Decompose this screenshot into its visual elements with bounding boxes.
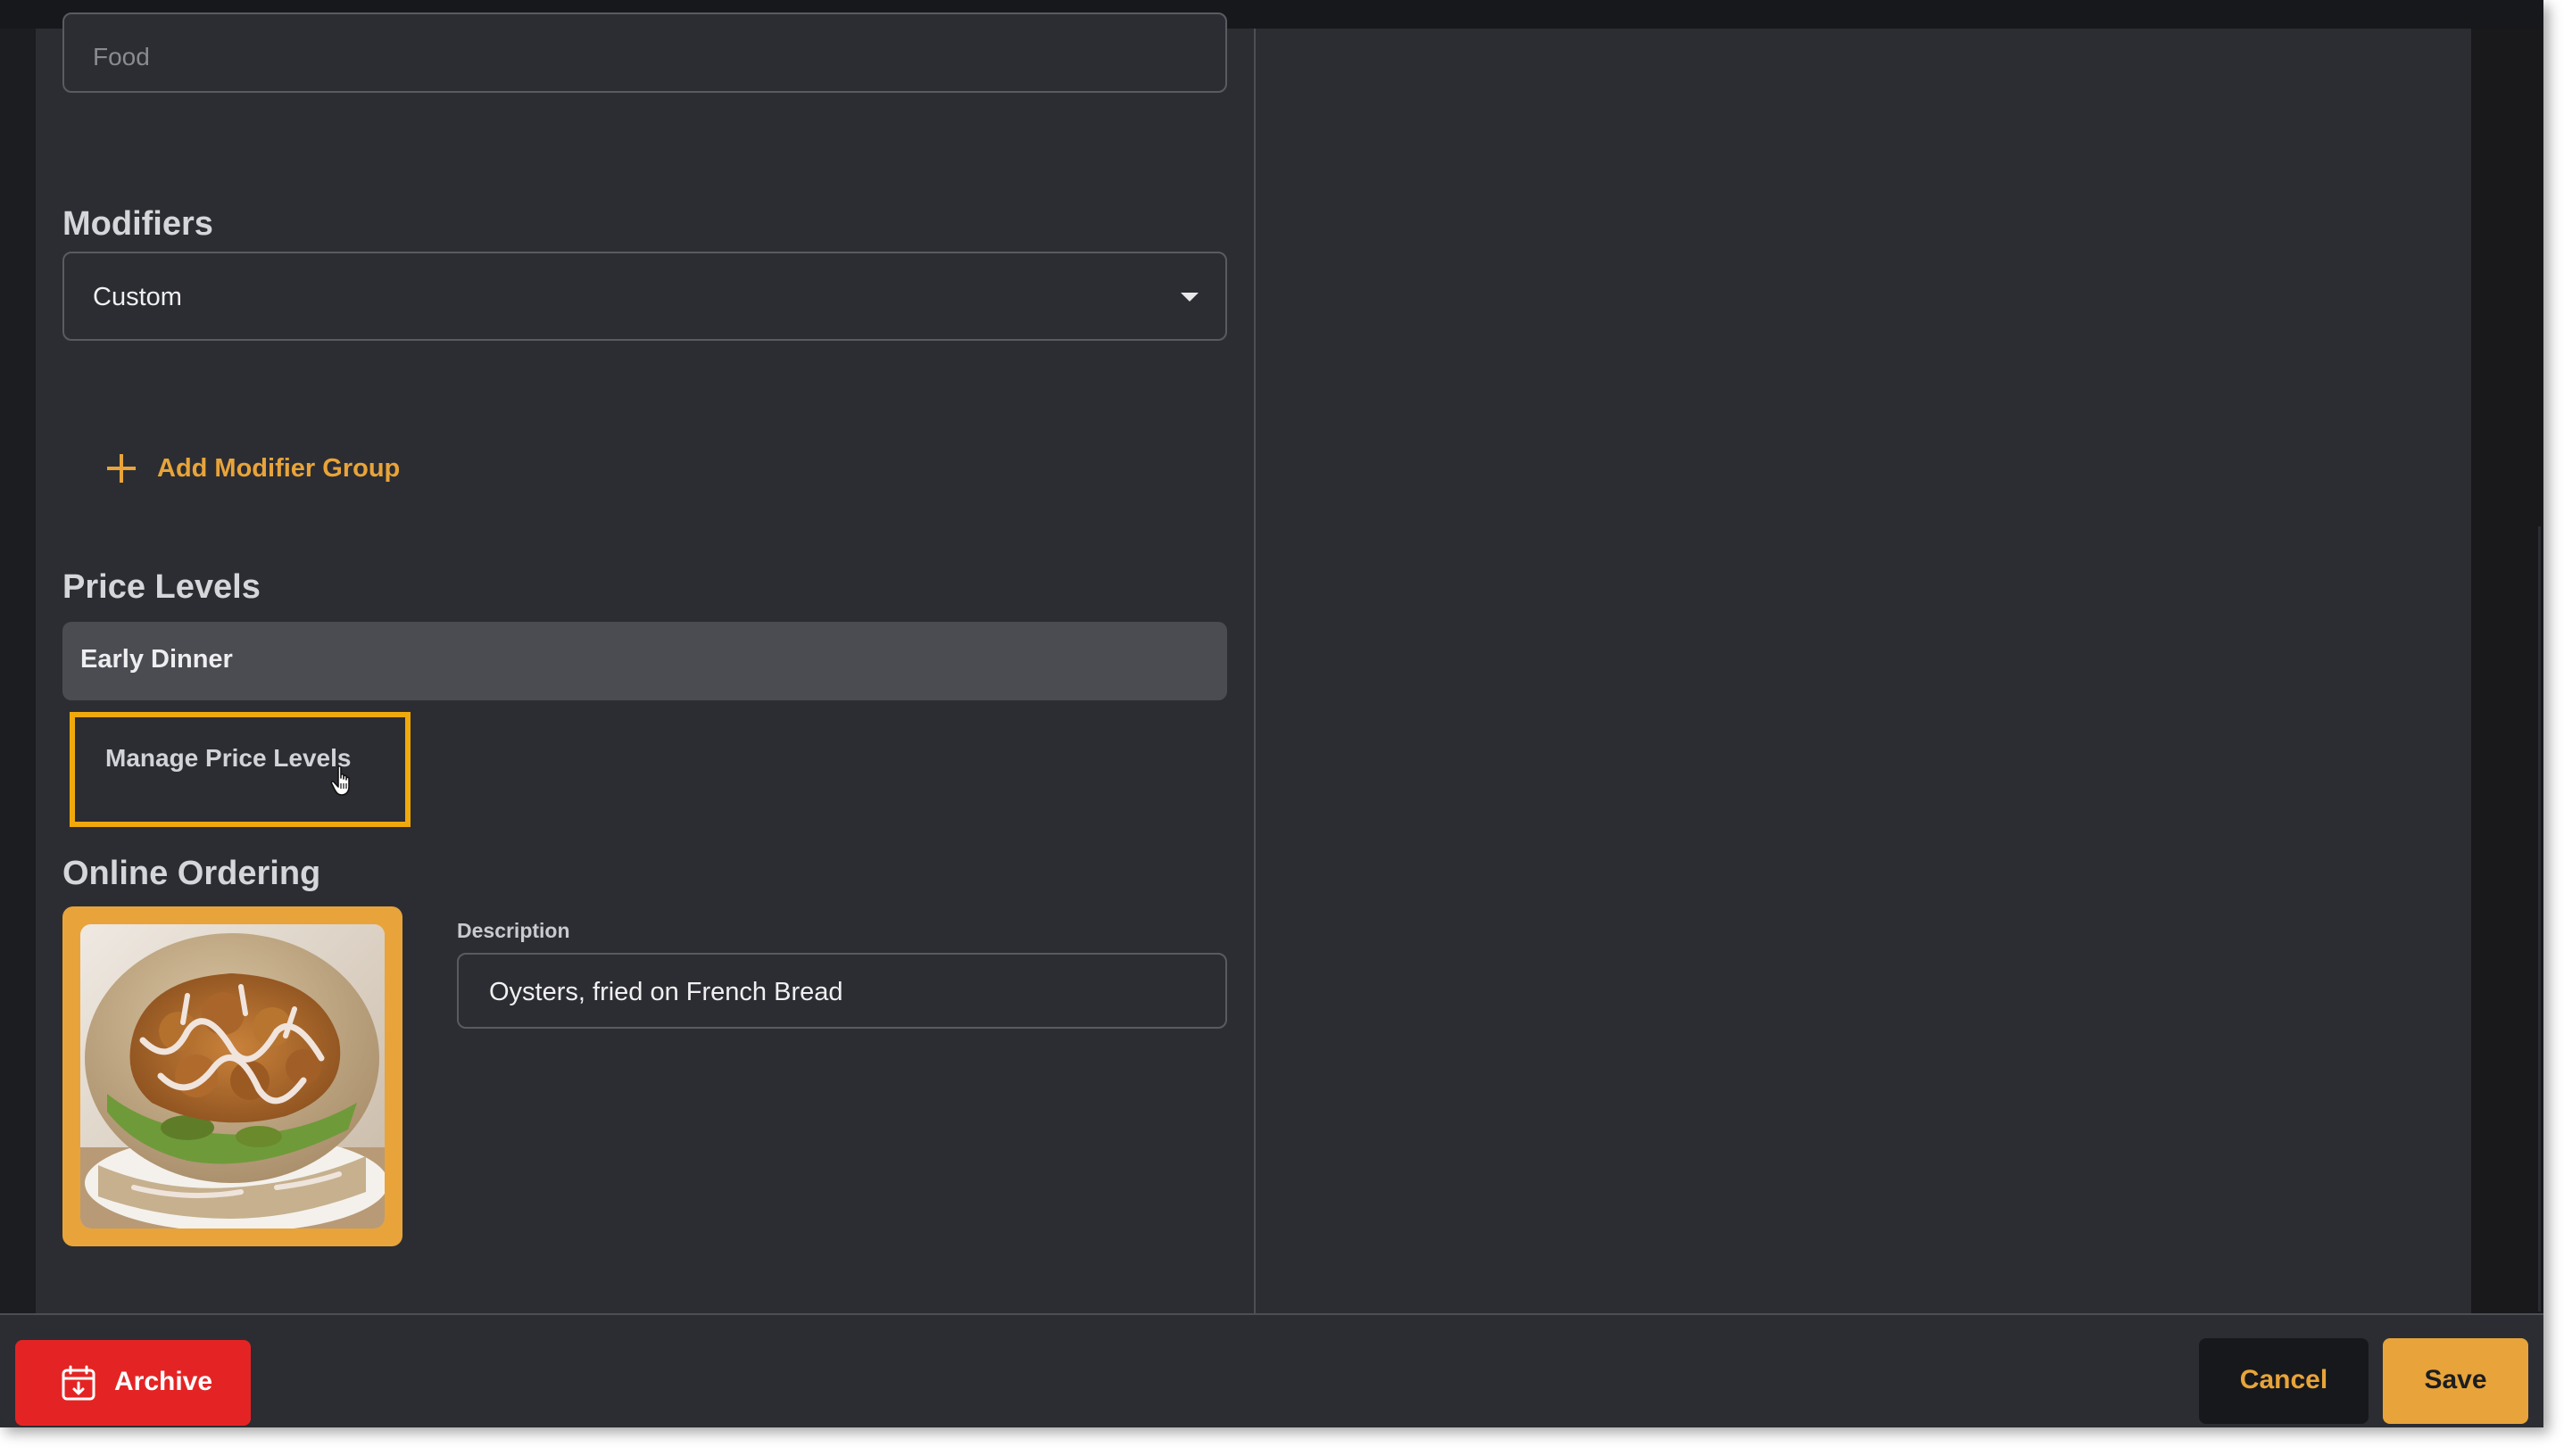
cancel-label: Cancel <box>2239 1365 2328 1394</box>
manage-price-levels-button[interactable]: Manage Price Levels <box>70 712 411 827</box>
online-ordering-heading: Online Ordering <box>62 855 321 892</box>
scrollbar[interactable] <box>2538 526 2541 1311</box>
right-gutter <box>2471 29 2543 1313</box>
add-modifier-group-button[interactable]: Add Modifier Group <box>107 446 400 491</box>
description-input[interactable] <box>487 974 1192 1010</box>
column-divider <box>1254 29 1256 1313</box>
item-editor-window: Modifiers Custom Add Modifier Group Pric… <box>0 0 2543 1427</box>
category-input[interactable] <box>91 39 1162 75</box>
hand-pointer-icon <box>330 765 350 796</box>
manage-price-levels-label: Manage Price Levels <box>105 744 352 772</box>
archive-label: Archive <box>114 1367 213 1396</box>
save-label: Save <box>2424 1365 2487 1394</box>
category-field[interactable] <box>62 12 1227 93</box>
sandwich-illustration <box>80 924 385 1228</box>
modifiers-selected-value: Custom <box>93 283 182 311</box>
item-image[interactable] <box>62 906 402 1246</box>
add-modifier-group-label: Add Modifier Group <box>157 453 401 483</box>
cancel-button[interactable]: Cancel <box>2199 1338 2369 1424</box>
save-button[interactable]: Save <box>2383 1338 2528 1424</box>
sandwich-image <box>80 924 385 1228</box>
description-field[interactable] <box>457 953 1227 1029</box>
footer-bar <box>0 1315 2543 1427</box>
modifiers-heading: Modifiers <box>62 205 213 243</box>
archive-button[interactable]: Archive <box>15 1340 251 1426</box>
price-levels-heading: Price Levels <box>62 568 261 606</box>
price-level-item[interactable]: Early Dinner <box>62 622 1227 700</box>
modifiers-select[interactable]: Custom <box>62 252 1227 341</box>
archive-icon <box>62 1365 95 1401</box>
price-level-label: Early Dinner <box>80 645 233 674</box>
description-label: Description <box>457 919 570 942</box>
chevron-down-icon <box>1181 293 1199 302</box>
plus-icon <box>107 454 136 483</box>
